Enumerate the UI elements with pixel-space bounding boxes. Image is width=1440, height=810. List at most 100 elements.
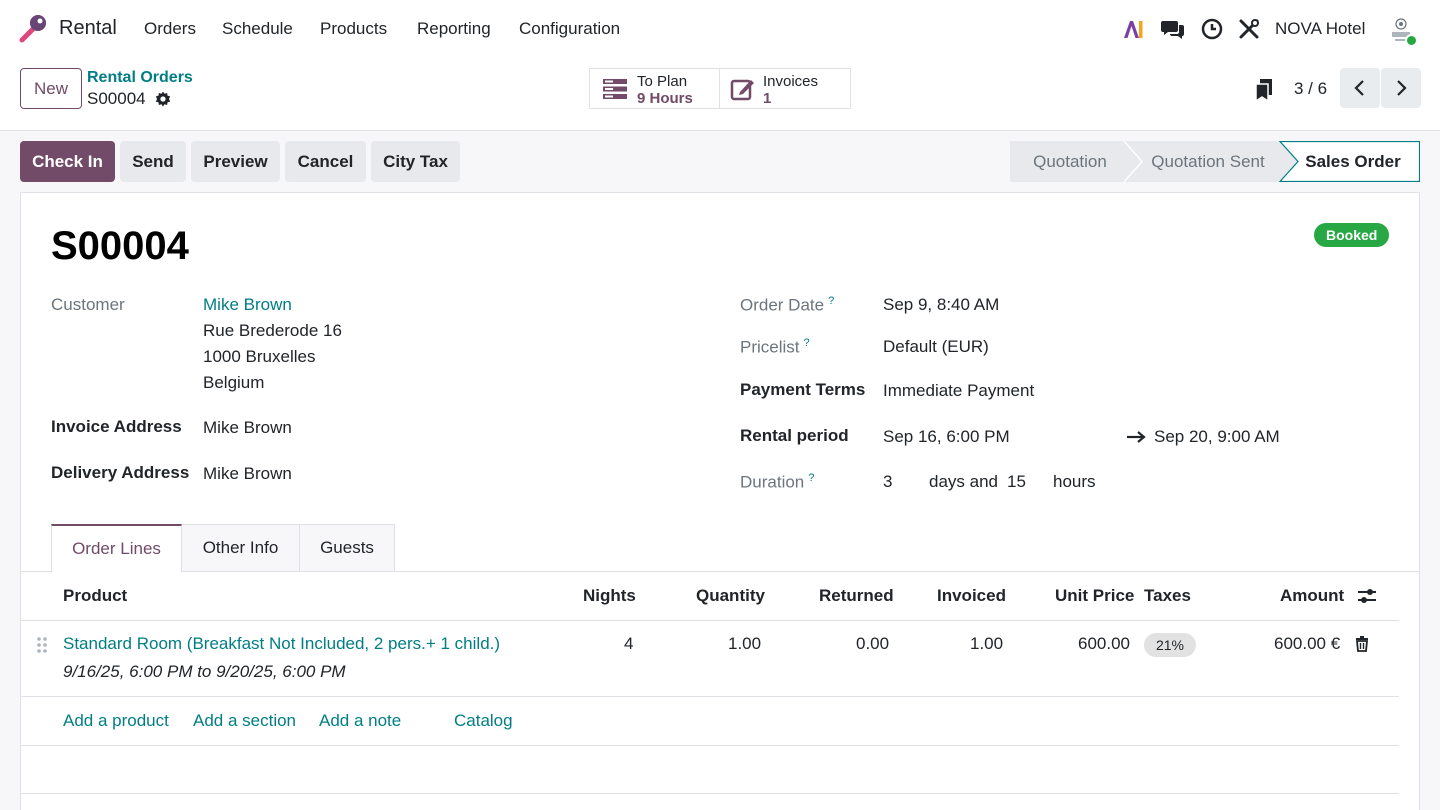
tab-order-lines[interactable]: Order Lines: [51, 524, 182, 573]
delivery-address-field[interactable]: Mike Brown: [203, 464, 292, 484]
unit-price-cell[interactable]: 600.00: [1078, 634, 1130, 654]
column-header-taxes[interactable]: Taxes: [1144, 586, 1191, 606]
add-links-divider: [21, 745, 1399, 746]
duration-label: Duration?: [740, 472, 815, 492]
status-badge: Booked: [1314, 223, 1390, 247]
activity-clock-icon[interactable]: [1200, 17, 1224, 41]
send-button[interactable]: Send: [120, 141, 186, 182]
control-panel: New Rental Orders S00004 To Plan 9 Hours…: [0, 57, 1440, 131]
table-row-divider: [21, 696, 1399, 697]
duration-days-and-text: days and: [929, 472, 998, 491]
menu-reporting[interactable]: Reporting: [417, 19, 491, 39]
nights-cell[interactable]: 4: [624, 634, 633, 654]
quantity-cell[interactable]: 1.00: [728, 634, 761, 654]
pager-next-button[interactable]: [1381, 68, 1421, 108]
customer-address-line-1: Rue Brederode 16: [203, 321, 342, 340]
amount-cell: 600.00 €: [1274, 634, 1341, 653]
column-header-invoiced[interactable]: Invoiced: [937, 586, 1006, 606]
rental-period-description: 9/16/25, 6:00 PM to 9/20/25, 6:00 PM: [63, 662, 346, 681]
table-row[interactable]: [21, 621, 1399, 696]
pager-previous-button[interactable]: [1340, 68, 1380, 108]
table-footer-divider: [21, 793, 1399, 794]
invoices-smart-button[interactable]: Invoices 1: [719, 68, 851, 109]
delivery-address-label: Delivery Address: [51, 463, 190, 482]
tools-icon[interactable]: [1237, 17, 1261, 41]
invoices-title: Invoices: [763, 73, 819, 90]
rental-app-icon[interactable]: [18, 12, 50, 44]
tax-badge[interactable]: 21%: [1144, 633, 1196, 657]
add-note-link[interactable]: Add a note: [319, 711, 401, 731]
product-link[interactable]: Standard Room (Breakfast Not Included, 2…: [63, 634, 500, 654]
tab-guests[interactable]: Guests: [299, 524, 395, 572]
check-in-button[interactable]: Check In: [20, 141, 115, 182]
add-product-link[interactable]: Add a product: [63, 711, 169, 731]
customer-label: Customer: [51, 295, 125, 314]
to-plan-value: 9 Hours: [637, 90, 693, 107]
chat-icon[interactable]: [1161, 17, 1185, 41]
customer-name-link[interactable]: Mike Brown: [203, 295, 292, 315]
invoice-address-field[interactable]: Mike Brown: [203, 418, 292, 438]
add-section-link[interactable]: Add a section: [193, 711, 296, 731]
rental-period-label: Rental period: [740, 426, 849, 445]
customer-address-line-2: 1000 Bruxelles: [203, 347, 316, 366]
column-header-amount[interactable]: Amount: [1280, 586, 1344, 606]
column-header-returned[interactable]: Returned: [819, 586, 894, 606]
invoice-edit-icon: [730, 79, 754, 101]
duration-hours-text: hours: [1053, 472, 1096, 491]
order-reference-title: S00004: [51, 224, 189, 268]
app-name[interactable]: Rental: [59, 17, 117, 40]
pricelist-field[interactable]: Default (EUR): [883, 337, 989, 357]
menu-configuration[interactable]: Configuration: [519, 19, 620, 39]
to-plan-title: To Plan: [637, 73, 688, 90]
chevron-right-icon: [1397, 80, 1407, 96]
chevron-left-icon: [1354, 80, 1364, 96]
catalog-link[interactable]: Catalog: [454, 711, 513, 731]
preview-button[interactable]: Preview: [191, 141, 280, 182]
user-avatar[interactable]: [1386, 15, 1418, 47]
pricelist-help-icon[interactable]: ?: [804, 337, 810, 349]
column-header-quantity[interactable]: Quantity: [696, 586, 765, 606]
menu-orders[interactable]: Orders: [144, 19, 196, 39]
breadcrumb-current-record: S00004: [87, 89, 146, 108]
arrow-right-icon: [1127, 431, 1146, 443]
ai-icon[interactable]: [1121, 17, 1145, 41]
pager-counter[interactable]: 3 / 6: [1294, 79, 1327, 99]
new-button[interactable]: New: [20, 68, 82, 109]
rental-end-field[interactable]: Sep 20, 9:00 AM: [1154, 427, 1280, 447]
column-header-nights[interactable]: Nights: [583, 586, 636, 606]
city-tax-button[interactable]: City Tax: [371, 141, 460, 182]
drag-handle-icon[interactable]: [36, 636, 48, 654]
tab-other-info[interactable]: Other Info: [181, 524, 300, 572]
rental-start-field[interactable]: Sep 16, 6:00 PM: [883, 427, 1010, 447]
gear-icon[interactable]: [154, 90, 172, 108]
online-status-dot: [1405, 34, 1418, 47]
planning-list-icon: [603, 79, 627, 99]
order-date-help-icon[interactable]: ?: [828, 295, 834, 307]
column-header-product[interactable]: Product: [63, 586, 127, 606]
pricelist-label: Pricelist?: [740, 337, 810, 357]
duration-hours-field[interactable]: 15: [1007, 472, 1026, 492]
returned-cell[interactable]: 0.00: [856, 634, 889, 654]
top-navbar: Rental Orders Schedule Products Reportin…: [0, 0, 1440, 57]
breadcrumb-rental-orders[interactable]: Rental Orders: [87, 69, 193, 87]
company-name[interactable]: NOVA Hotel: [1275, 19, 1365, 39]
menu-products[interactable]: Products: [320, 19, 387, 39]
invoices-count: 1: [763, 90, 772, 107]
stage-quotation[interactable]: Quotation: [1010, 141, 1130, 182]
cancel-button[interactable]: Cancel: [285, 141, 366, 182]
menu-schedule[interactable]: Schedule: [222, 19, 293, 39]
to-plan-smart-button[interactable]: To Plan 9 Hours: [589, 68, 720, 109]
invoiced-cell[interactable]: 1.00: [970, 634, 1003, 654]
trash-icon[interactable]: [1355, 636, 1369, 652]
duration-help-icon[interactable]: ?: [808, 472, 814, 484]
duration-days-field[interactable]: 3: [883, 472, 892, 492]
optional-columns-sliders-icon[interactable]: [1356, 586, 1378, 606]
stage-sales-order[interactable]: Sales Order: [1290, 141, 1416, 182]
customer-address-line-3: Belgium: [203, 373, 265, 392]
order-date-label: Order Date?: [740, 295, 835, 315]
document-copies-icon[interactable]: [1254, 78, 1274, 102]
order-date-field[interactable]: Sep 9, 8:40 AM: [883, 295, 999, 315]
stage-quotation-sent[interactable]: Quotation Sent: [1136, 141, 1280, 182]
column-header-unit-price[interactable]: Unit Price: [1055, 586, 1134, 606]
payment-terms-field[interactable]: Immediate Payment: [883, 381, 1034, 401]
